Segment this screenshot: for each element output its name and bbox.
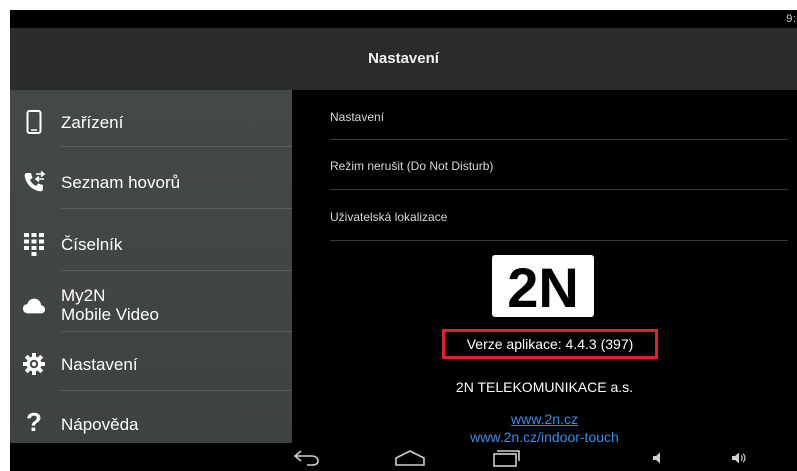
call-log-icon: [22, 170, 46, 194]
drawer-item-label: Zařízení: [61, 113, 124, 132]
drawer-item-label: Nastavení: [61, 355, 138, 374]
version-highlight-box: Verze aplikace: 4.4.3 (397): [442, 329, 658, 359]
help-icon: ?: [26, 407, 42, 437]
app-version: Verze aplikace: 4.4.3 (397): [466, 336, 634, 352]
logo-mark: 2N: [507, 256, 579, 319]
navigation-drawer: Zařízení Seznam hovorů Číselník My2N Mob…: [10, 90, 292, 443]
gear-icon: [22, 352, 46, 376]
device-screen: 9:0 Nastavení Zařízení Seznam hovorů: [10, 10, 797, 471]
back-icon[interactable]: [292, 447, 322, 469]
volume-down-icon[interactable]: [648, 447, 668, 469]
divider: [330, 189, 788, 190]
drawer-item-napoveda[interactable]: ? Nápověda: [10, 404, 292, 444]
setting-item-nastaveni[interactable]: Nastavení: [330, 110, 788, 124]
setting-item-user-localization[interactable]: Uživatelská lokalizace: [330, 210, 788, 224]
dialpad-icon: [22, 232, 46, 256]
drawer-item-label: My2N Mobile Video: [61, 286, 159, 324]
drawer-item-zarizeni[interactable]: Zařízení: [10, 102, 292, 142]
setting-item-do-not-disturb[interactable]: Režim nerušit (Do Not Disturb): [330, 159, 788, 173]
divider: [61, 270, 292, 271]
status-bar: 9:0: [10, 10, 797, 28]
navigation-bar: [10, 443, 797, 471]
settings-content: Nastavení Režim nerušit (Do Not Disturb)…: [292, 90, 797, 445]
drawer-item-ciselnik[interactable]: Číselník: [10, 224, 292, 264]
volume-up-icon[interactable]: [728, 447, 750, 469]
company-logo: 2N: [492, 255, 594, 319]
logo-text: 2N: [507, 256, 579, 317]
drawer-item-label: Seznam hovorů: [61, 173, 181, 192]
drawer-item-label-line2: Mobile Video: [61, 305, 159, 324]
drawer-item-nastaveni[interactable]: Nastavení: [10, 344, 292, 384]
recent-apps-icon[interactable]: [490, 447, 522, 469]
divider: [61, 208, 292, 209]
drawer-item-label-line1: My2N: [61, 286, 106, 305]
home-icon[interactable]: [393, 447, 427, 469]
page-title: Nastavení: [368, 50, 439, 67]
website-link[interactable]: www.2n.cz: [292, 411, 797, 427]
status-clock: 9:0: [786, 13, 797, 25]
company-name: 2N TELEKOMUNIKACE a.s.: [455, 379, 634, 395]
divider: [61, 331, 292, 332]
divider: [330, 240, 788, 241]
phone-device-icon: [22, 110, 46, 134]
drawer-item-my2n-mobile-video[interactable]: My2N Mobile Video: [10, 280, 292, 330]
cloud-icon: [22, 294, 46, 318]
drawer-item-label: Číselník: [61, 235, 123, 254]
action-bar: Nastavení: [10, 28, 797, 90]
divider: [61, 390, 292, 391]
drawer-item-label: Nápověda: [61, 415, 139, 434]
divider: [330, 139, 788, 140]
divider: [61, 146, 292, 147]
drawer-item-seznam-hovoru[interactable]: Seznam hovorů: [10, 162, 292, 202]
